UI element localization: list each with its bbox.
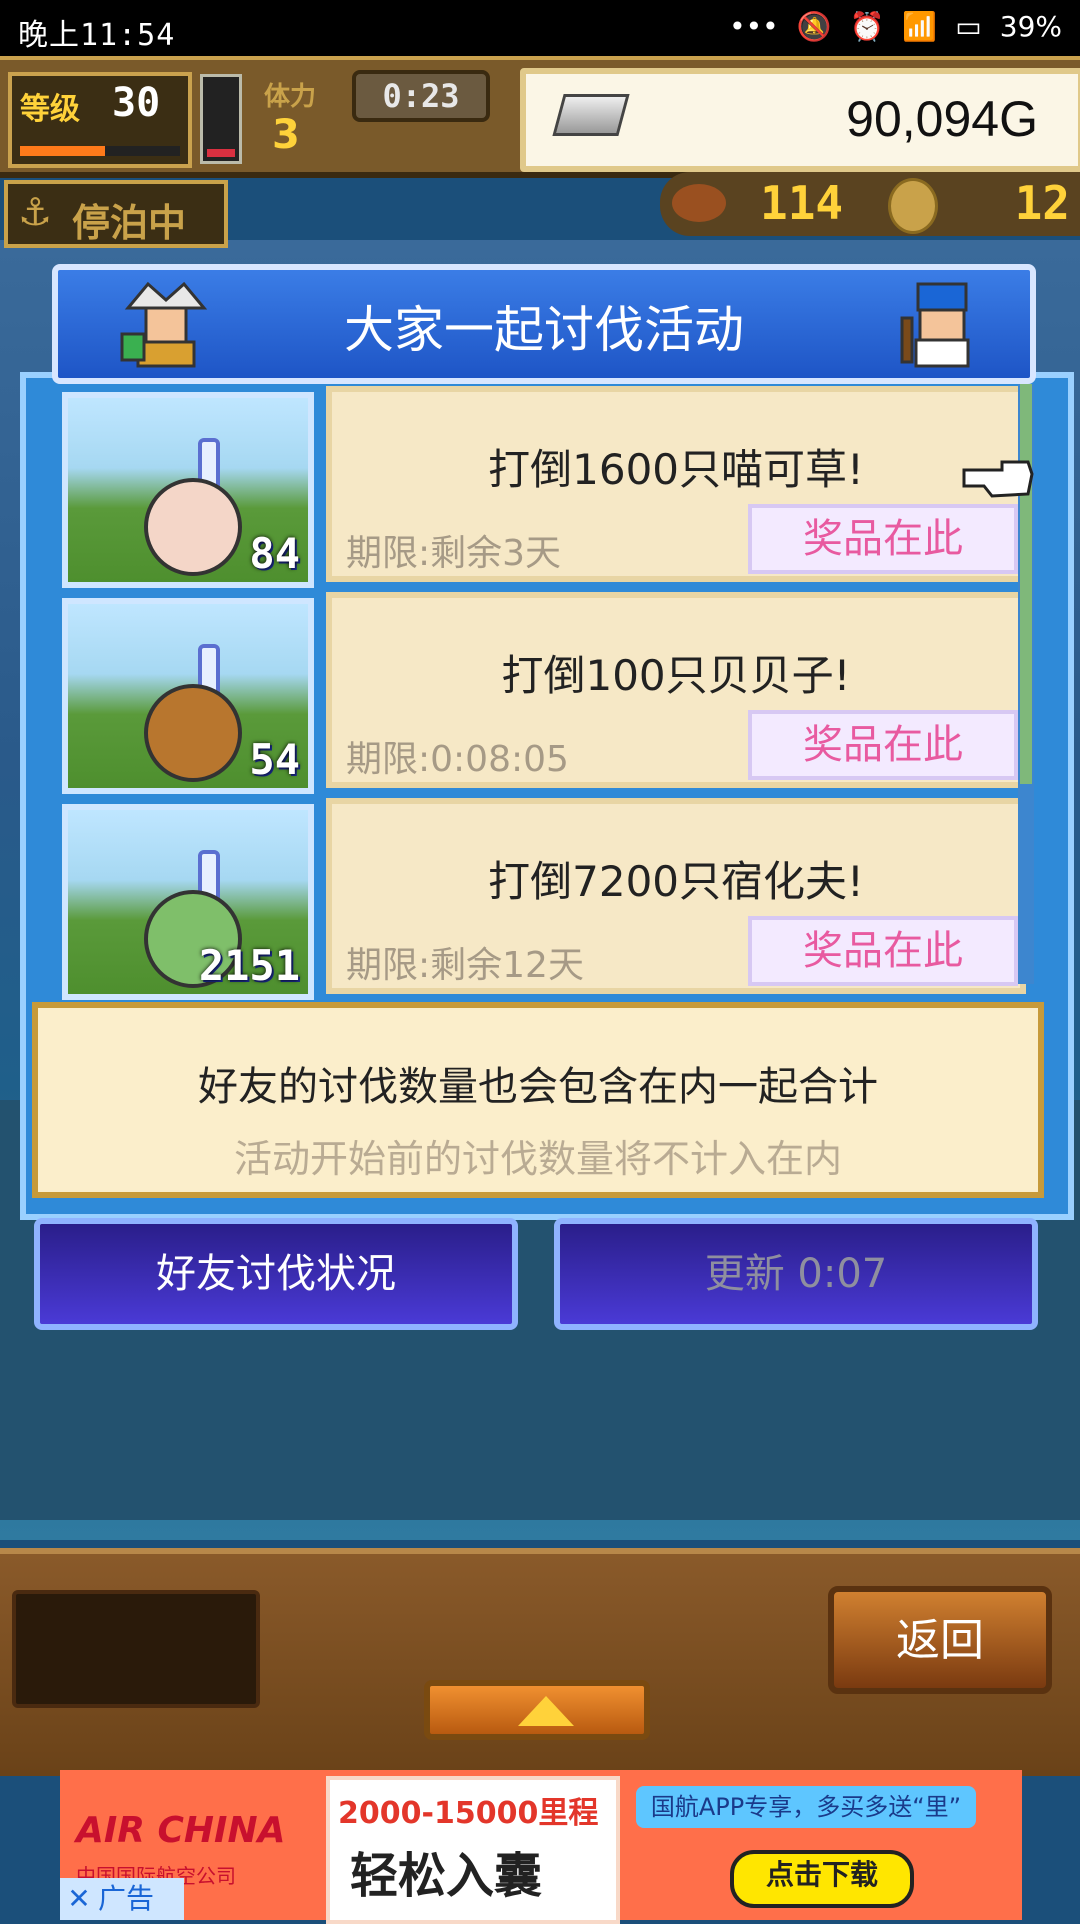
ad-download-button[interactable]: 点击下载 [730, 1850, 914, 1908]
stamina-value: 3 [272, 112, 300, 158]
dialog-title: 大家一起讨伐活动 [344, 301, 744, 359]
quest-thumbnail: 2151 [62, 804, 314, 1000]
pointing-hand-icon [962, 460, 1034, 498]
quest-count: 54 [249, 735, 300, 784]
coin-icon [888, 178, 938, 234]
docked-label: 停泊中 [72, 201, 187, 245]
coin-count: 12 [1014, 176, 1070, 230]
gold-panel: 90,094G [520, 68, 1080, 172]
level-panel: 等级 30 [8, 72, 192, 168]
expand-menu-button[interactable] [424, 1680, 650, 1740]
note-line-1: 好友的讨伐数量也会包含在内一起合计 [198, 1064, 878, 1110]
back-button[interactable]: 返回 [828, 1586, 1052, 1694]
quest-count: 84 [249, 529, 300, 578]
friends-status-button[interactable]: 好友讨伐状况 [34, 1218, 518, 1330]
food-icon [672, 184, 726, 222]
quest-row[interactable]: 2151 打倒7200只宿化夫! 期限:剩余12天 奖品在此 [56, 798, 1036, 1000]
note-line-2: 活动开始前的讨伐数量将不计入在内 [233, 1137, 842, 1181]
refresh-button[interactable]: 更新 0:07 [554, 1218, 1038, 1330]
prize-button[interactable]: 奖品在此 [748, 504, 1018, 574]
empty-slot [12, 1590, 260, 1708]
quest-deadline: 期限:剩余3天 [346, 533, 562, 574]
battery-percent: 39% [999, 10, 1062, 43]
alarm-icon: ⏰ [849, 10, 885, 43]
quest-row[interactable]: 84 打倒1600只喵可草! 期限:剩余3天 奖品在此 [56, 386, 1036, 588]
gold-ingot-icon [552, 94, 630, 136]
stamina-timer: 0:23 [352, 70, 490, 122]
ad-tag: 国航APP专享，多买多送“里” [636, 1786, 976, 1828]
sailor-character-icon [900, 282, 970, 368]
quest-row[interactable]: 54 打倒100只贝贝子! 期限:0:08:05 奖品在此 [56, 592, 1036, 794]
quest-name: 打倒100只贝贝子! [501, 651, 851, 700]
quest-card: 打倒7200只宿化夫! 期限:剩余12天 奖品在此 [326, 798, 1026, 994]
quest-card: 打倒100只贝贝子! 期限:0:08:05 奖品在此 [326, 592, 1026, 788]
quest-deadline: 期限:0:08:05 [346, 739, 569, 780]
prize-button[interactable]: 奖品在此 [748, 916, 1018, 986]
quest-thumbnail: 84 [62, 392, 314, 588]
wifi-icon: 📶 [902, 10, 938, 43]
stamina-label: 体力 [264, 82, 317, 112]
level-label: 等级 [20, 92, 80, 127]
stamina-panel: 体力 3 [258, 76, 348, 160]
resource-panel: 114 12 [660, 172, 1080, 236]
exp-bar [20, 146, 180, 156]
food-count: 114 [760, 176, 844, 230]
clock: 晚上11:54 [18, 18, 176, 53]
top-hud: 等级 30 体力 3 0:23 90,094G [0, 56, 1080, 178]
quest-thumbnail: 54 [62, 598, 314, 794]
status-bar: 晚上11:54 ••• 🔕 ⏰ 📶 ▭ 39% [0, 0, 1080, 56]
battery-icon: ▭ [955, 10, 982, 43]
ad-brand: AIR CHINA [76, 1810, 286, 1851]
gold-value: 90,094G [846, 91, 1038, 147]
status-icons: ••• 🔕 ⏰ 📶 ▭ 39% [729, 10, 1062, 43]
quest-card: 打倒1600只喵可草! 期限:剩余3天 奖品在此 [326, 386, 1026, 582]
ad-ticket: 2000-15000里程 轻松入囊 [326, 1776, 620, 1924]
ad-label-text: 广告 [98, 1882, 155, 1915]
arrow-up-icon [518, 1696, 574, 1726]
ad-miles: 2000-15000里程 [338, 1796, 599, 1831]
quest-deadline: 期限:剩余12天 [346, 945, 584, 986]
quest-count: 2151 [198, 941, 300, 990]
close-icon[interactable]: ✕ [60, 1878, 98, 1920]
bottom-bar: 返回 [0, 1548, 1080, 1776]
docked-status: ⚓ 停泊中 [4, 180, 228, 248]
event-note: 好友的讨伐数量也会包含在内一起合计 活动开始前的讨伐数量将不计入在内 [32, 1002, 1044, 1198]
mute-icon: 🔕 [796, 10, 832, 43]
ad-slogan: 轻松入囊 [350, 1848, 543, 1904]
monster-icon [144, 684, 242, 782]
ad-label[interactable]: ✕ 广告 [60, 1878, 184, 1920]
ad-banner[interactable]: AIR CHINA 中国国际航空公司 2000-15000里程 轻松入囊 国航A… [60, 1770, 1022, 1924]
prize-button[interactable]: 奖品在此 [748, 710, 1018, 780]
dialog-banner: 大家一起讨伐活动 [52, 264, 1036, 384]
anchor-icon: ⚓ [18, 190, 53, 234]
monster-icon [144, 478, 242, 576]
quest-name: 打倒1600只喵可草! [488, 445, 864, 494]
more-icon: ••• [729, 10, 779, 43]
level-value: 30 [112, 80, 161, 126]
quest-name: 打倒7200只宿化夫! [488, 857, 864, 906]
stamina-gauge [200, 74, 242, 164]
